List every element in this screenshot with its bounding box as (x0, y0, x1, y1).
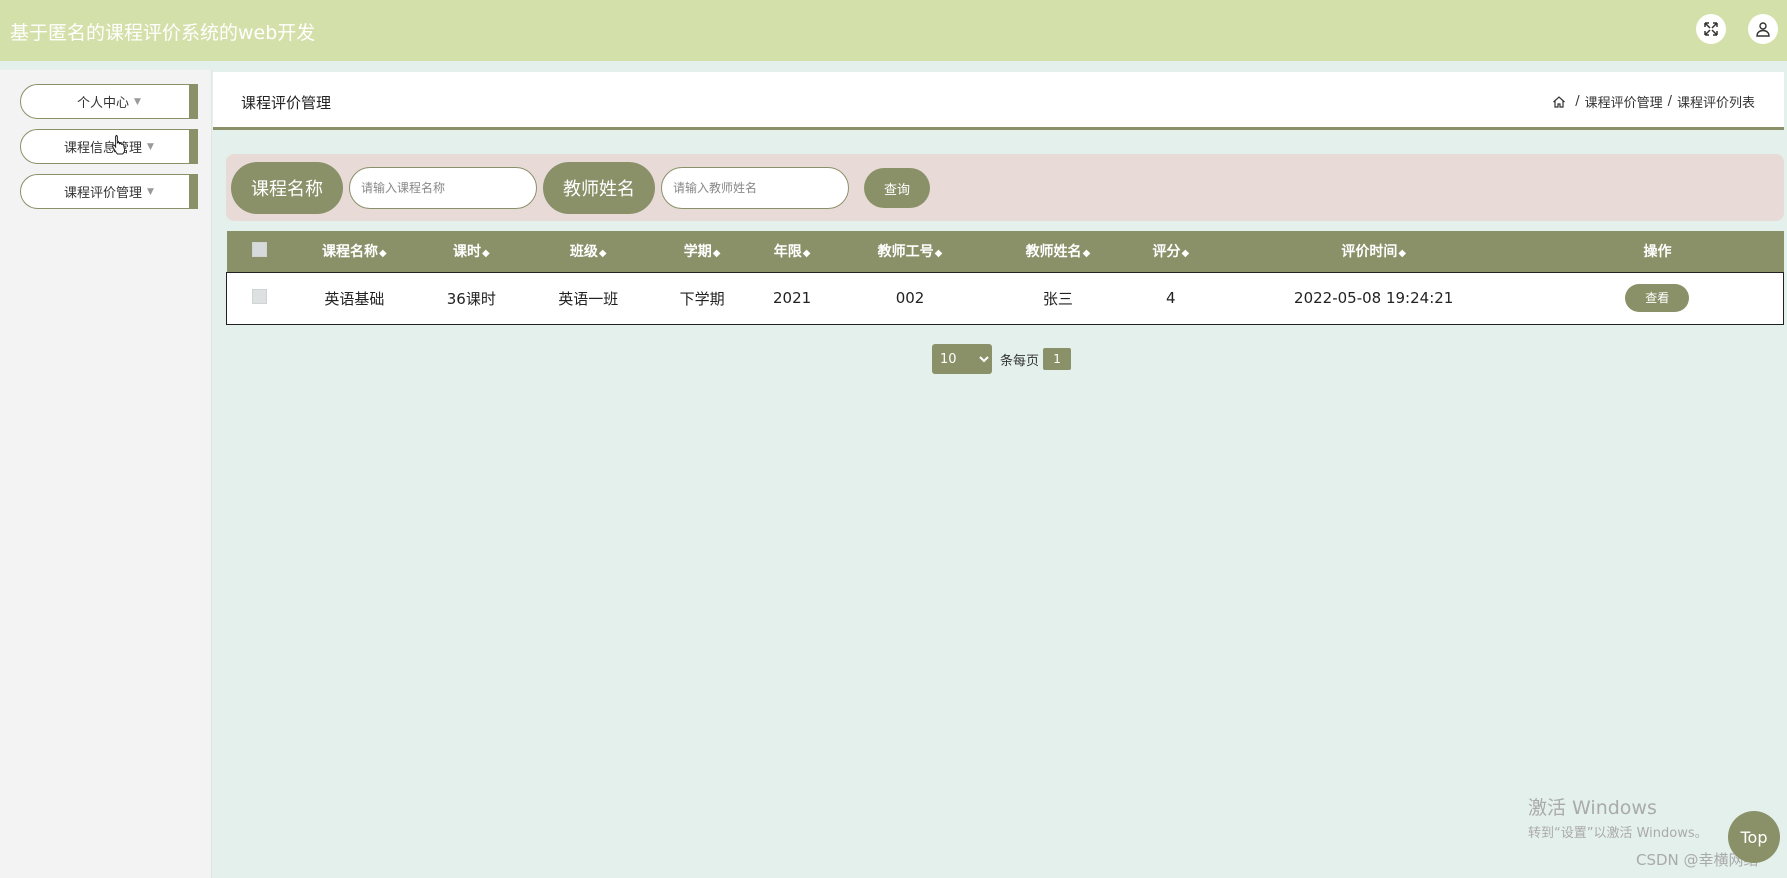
sidebar-item-label: 课程信息管理 (64, 141, 143, 156)
user-icon[interactable] (1748, 14, 1778, 44)
content-header: 课程评价管理 / 课程评价管理 / 课程评价列表 (213, 72, 1784, 130)
page-title: 课程评价管理 (241, 94, 332, 112)
back-to-top-button[interactable]: Top (1728, 811, 1780, 863)
sort-icon: ◆ (598, 248, 607, 260)
top-bar: 基于匿名的课程评价系统的web开发 (0, 0, 1787, 61)
caret-down-icon: ▼ (147, 186, 154, 197)
page-number-current[interactable]: 1 (1043, 348, 1072, 370)
column-header-hours[interactable]: 课时◆ (416, 231, 526, 272)
column-header-teacher-name[interactable]: 教师姓名◆ (990, 231, 1126, 272)
hand-cursor-icon (112, 135, 126, 155)
sort-icon: ◆ (712, 248, 721, 260)
sort-icon: ◆ (934, 248, 943, 260)
sort-icon: ◆ (481, 248, 490, 260)
watermark-line-1: 激活 Windows (1528, 797, 1657, 819)
view-button[interactable]: 查看 (1625, 284, 1690, 312)
column-header-eval-time[interactable]: 评价时间◆ (1216, 231, 1532, 272)
column-header-teacher-id[interactable]: 教师工号◆ (830, 231, 990, 272)
sidebar: 个人中心 ▼ 课程信息管理 ▼ 课程评价管理 ▼ (0, 70, 212, 878)
row-checkbox[interactable] (252, 288, 268, 304)
pagination: 10 条每页 1 (932, 344, 1072, 374)
cell-teacher-id: 002 (895, 289, 925, 307)
breadcrumb-separator: / (1575, 94, 1580, 109)
search-bar: 课程名称 教师姓名 查询 (226, 154, 1784, 221)
page-size-select[interactable]: 10 (932, 344, 992, 374)
app-title: 基于匿名的课程评价系统的web开发 (10, 22, 316, 44)
windows-activation-watermark: 激活 Windows 转到“设置”以激活 Windows。 (1528, 793, 1708, 841)
sort-icon: ◆ (379, 248, 387, 260)
course-name-input[interactable] (349, 167, 537, 209)
column-header-score[interactable]: 评分◆ (1126, 231, 1216, 272)
course-name-label: 课程名称 (231, 162, 343, 214)
column-header-class[interactable]: 班级◆ (526, 231, 650, 272)
table-header-row: 课程名称◆ 课时◆ 班级◆ 学期◆ 年限◆ 教师工号◆ 教师姓名◆ 评分◆ 评价… (226, 231, 1784, 272)
select-all-checkbox[interactable] (251, 241, 267, 257)
cell-class: 英语一班 (558, 289, 619, 308)
sort-icon: ◆ (1082, 248, 1091, 260)
sidebar-item-label: 课程评价管理 (64, 186, 143, 201)
evaluation-table: 课程名称◆ 课时◆ 班级◆ 学期◆ 年限◆ 教师工号◆ 教师姓名◆ 评分◆ 评价… (226, 231, 1784, 325)
cell-eval-time: 2022-05-08 19:24:21 (1294, 289, 1454, 307)
breadcrumb-separator: / (1667, 94, 1672, 109)
cell-teacher-name: 张三 (1042, 289, 1073, 308)
cell-term: 下学期 (679, 289, 725, 308)
breadcrumb-item[interactable]: 课程评价管理 (1585, 92, 1663, 111)
table-row: 英语基础 36课时 英语一班 下学期 2021 002 张三 4 2022-05… (226, 272, 1784, 324)
watermark-line-2: 转到“设置”以激活 Windows。 (1528, 826, 1708, 841)
column-header-term[interactable]: 学期◆ (650, 231, 754, 272)
caret-down-icon: ▼ (147, 141, 154, 152)
teacher-name-input[interactable] (661, 167, 849, 209)
per-page-label: 条每页 (1000, 353, 1040, 369)
sort-icon: ◆ (802, 248, 811, 260)
sidebar-item-personal-center[interactable]: 个人中心 ▼ (20, 84, 198, 119)
sort-icon: ◆ (1181, 248, 1190, 260)
teacher-name-label: 教师姓名 (543, 162, 655, 214)
column-header-year[interactable]: 年限◆ (754, 231, 830, 272)
sort-icon: ◆ (1398, 248, 1407, 260)
column-header-course-name[interactable]: 课程名称◆ (292, 231, 416, 272)
breadcrumb: / 课程评价管理 / 课程评价列表 (1552, 92, 1755, 111)
sidebar-item-course-evaluation[interactable]: 课程评价管理 ▼ (20, 174, 198, 209)
cell-hours: 36课时 (446, 289, 496, 308)
fullscreen-icon[interactable] (1696, 14, 1726, 44)
caret-down-icon: ▼ (134, 96, 141, 107)
cell-course-name: 英语基础 (324, 289, 385, 308)
cell-year: 2021 (773, 289, 812, 307)
sidebar-item-course-info[interactable]: 课程信息管理 ▼ (20, 129, 198, 164)
sidebar-item-label: 个人中心 (77, 96, 130, 111)
query-button[interactable]: 查询 (864, 168, 930, 208)
home-icon[interactable] (1552, 95, 1566, 109)
cell-score: 4 (1166, 289, 1176, 307)
breadcrumb-item: 课程评价列表 (1676, 96, 1755, 111)
column-header-action: 操作 (1643, 244, 1672, 261)
